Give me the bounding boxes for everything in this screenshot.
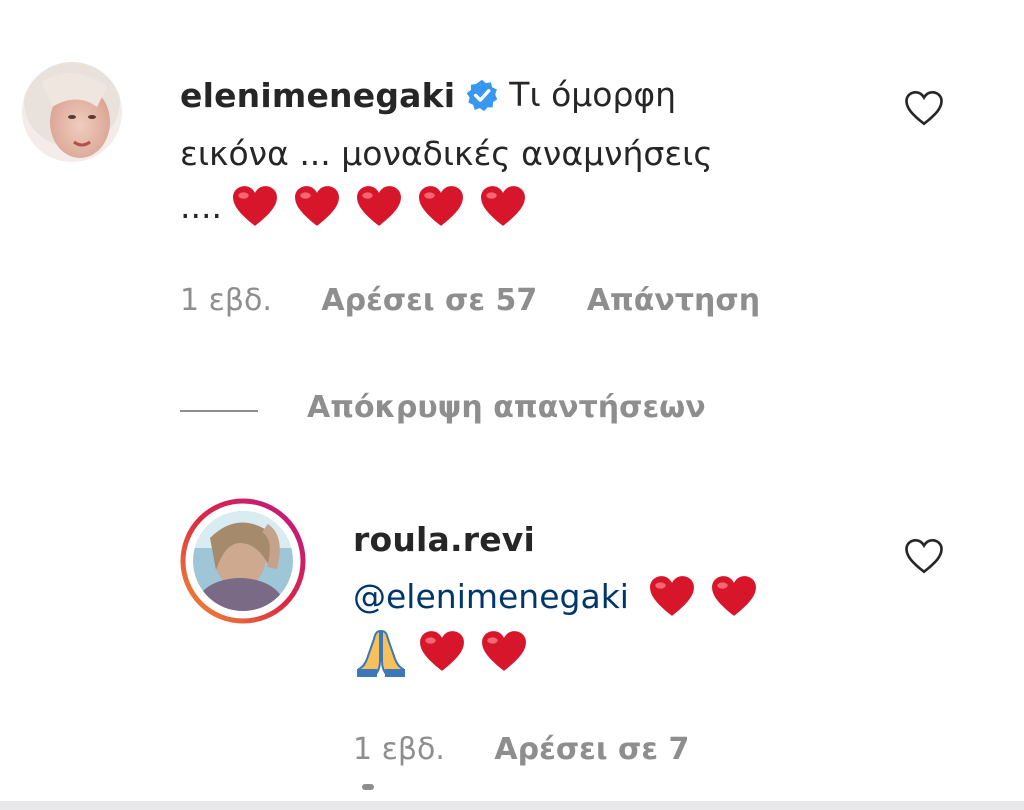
red-heart-emoji bbox=[228, 183, 284, 231]
reply-emojis-line1 bbox=[639, 573, 763, 621]
red-heart-emoji bbox=[290, 183, 346, 231]
red-heart-emoji bbox=[477, 628, 533, 676]
comment-time[interactable]: 1 εβδ. bbox=[180, 283, 272, 318]
red-heart-emoji bbox=[352, 183, 408, 231]
reply-avatar[interactable] bbox=[180, 498, 306, 624]
reply-mention-link[interactable]: @elenimenegaki bbox=[353, 570, 629, 624]
comment-ellipsis: .... bbox=[180, 187, 222, 226]
replies-divider bbox=[180, 410, 258, 412]
bottom-scroll-edge bbox=[0, 801, 1024, 810]
praying-hands-emoji bbox=[353, 625, 409, 679]
comment-like-heart-icon[interactable] bbox=[903, 88, 945, 128]
reply-text-line2 bbox=[353, 625, 533, 679]
comment-likes-count[interactable]: Αρέσει σε 57 bbox=[321, 283, 537, 318]
hide-replies-button[interactable]: Απόκρυψη απαντήσεων bbox=[307, 390, 706, 425]
comment-text-line2: εικόνα ... μοναδικές αναμνήσεις bbox=[180, 134, 713, 173]
red-heart-emoji bbox=[415, 628, 471, 676]
reply-likes-count[interactable]: Αρέσει σε 7 bbox=[494, 732, 689, 767]
reply-meta: 1 εβδ. Αρέσει σε 7 bbox=[353, 732, 729, 767]
reply-time[interactable]: 1 εβδ. bbox=[353, 732, 445, 767]
red-heart-emoji bbox=[476, 183, 532, 231]
comment-meta: 1 εβδ. Αρέσει σε 57 Απάντηση bbox=[180, 283, 800, 318]
comment-text-line3: .... bbox=[180, 180, 532, 234]
reply-username[interactable]: roula.revi bbox=[353, 520, 535, 559]
commenter-username[interactable]: elenimenegaki bbox=[180, 76, 455, 115]
red-heart-emoji bbox=[645, 573, 701, 621]
comment-emojis bbox=[222, 183, 532, 231]
red-heart-emoji bbox=[707, 573, 763, 621]
reply-text-line1: @elenimenegaki bbox=[353, 570, 763, 624]
comment-reply-button[interactable]: Απάντηση bbox=[587, 283, 760, 318]
commenter-avatar[interactable] bbox=[22, 62, 122, 162]
reply-like-heart-icon[interactable] bbox=[903, 536, 945, 576]
verified-badge-icon bbox=[465, 78, 499, 112]
comment-text-line1: Τι όμορφη bbox=[509, 75, 677, 114]
comment-first-line: elenimenegaki Τι όμορφη bbox=[180, 68, 676, 122]
reply-meta-dots bbox=[362, 784, 374, 790]
red-heart-emoji bbox=[414, 183, 470, 231]
reply-emojis-line2 bbox=[409, 628, 533, 676]
